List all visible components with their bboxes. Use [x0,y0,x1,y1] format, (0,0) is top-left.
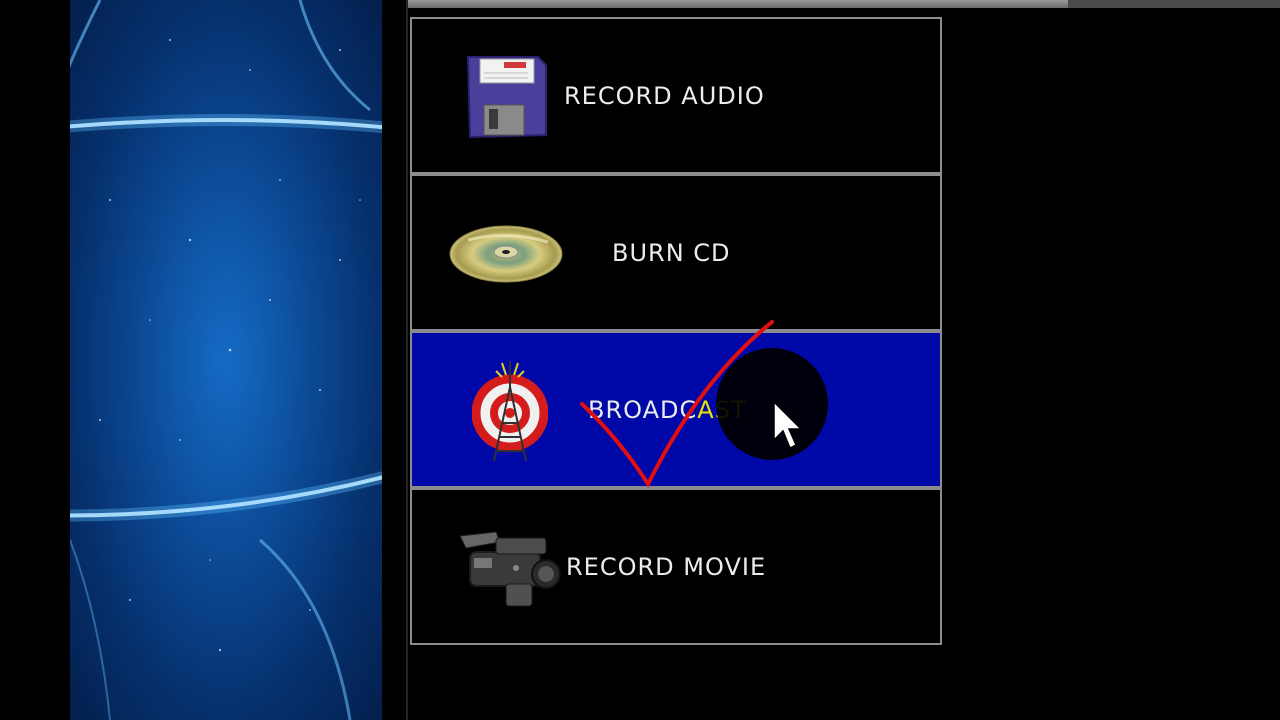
window-top-strip [408,0,1280,8]
cd-disc-icon [448,222,568,290]
menu-item-burn-cd[interactable]: BURN CD [410,174,942,331]
video-camera-icon [456,526,566,614]
window-top-strip-end [1068,0,1280,8]
menu-item-label: RECORD AUDIO [564,81,765,110]
broadcast-tower-icon [471,357,549,471]
menu-item-label: BROADCAST [588,396,747,424]
menu-item-record-movie[interactable]: RECORD MOVIE [410,488,942,645]
main-menu: RECORD AUDIO BURN CD BROADCAST RECORD MO… [410,17,942,647]
label-part: BROAD [588,395,680,424]
floppy-disk-icon [464,53,548,143]
label-part: C [679,395,698,424]
wallpaper-gap [382,0,408,720]
menu-item-label: BURN CD [612,238,731,267]
screen: RECORD AUDIO BURN CD BROADCAST RECORD MO… [0,0,1280,720]
label-part-highlight: AST [697,395,747,424]
menu-item-label: RECORD MOVIE [566,552,767,581]
menu-item-record-audio[interactable]: RECORD AUDIO [410,17,942,174]
menu-item-broadcast[interactable]: BROADCAST [410,331,942,488]
panel-left-border [406,0,408,720]
desktop-wallpaper [70,0,382,720]
